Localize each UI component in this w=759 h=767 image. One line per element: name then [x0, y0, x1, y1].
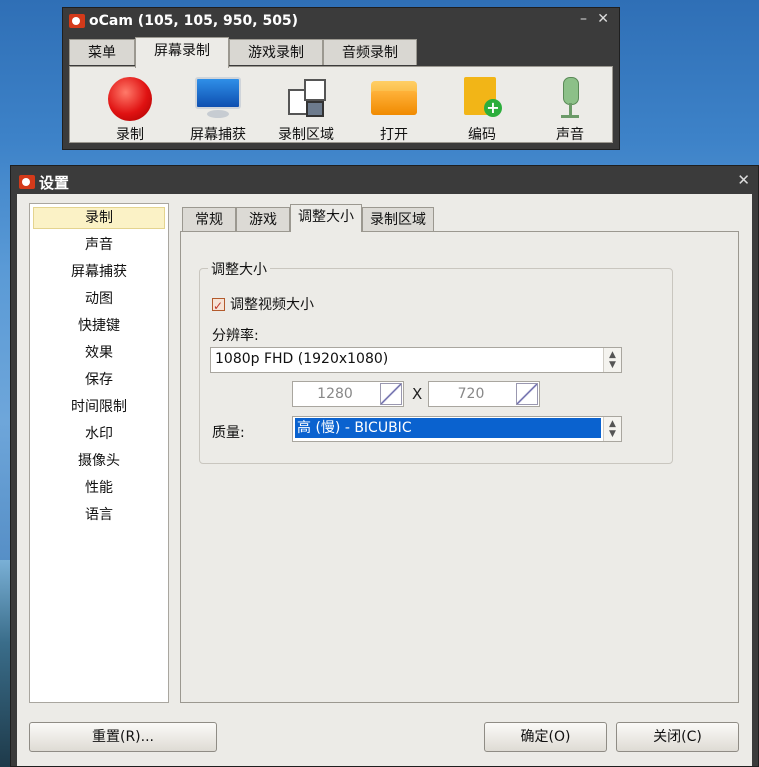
- tab-general[interactable]: 常规: [182, 207, 236, 231]
- height-spin-icon[interactable]: [516, 383, 538, 405]
- tab-audio-record[interactable]: 音频录制: [323, 39, 417, 65]
- resize-tab-panel: 调整大小 调整视频大小 分辨率: 1080p FHD (1920x1080) ▲…: [180, 231, 739, 703]
- encode-label: 编码: [468, 127, 496, 143]
- ocam-logo-icon: [69, 14, 85, 28]
- sound-label: 声音: [556, 127, 584, 143]
- screen-capture-button[interactable]: 屏幕捕获: [178, 73, 258, 145]
- sidebar-item-sound[interactable]: 声音: [33, 234, 165, 256]
- monitor-icon: [195, 77, 241, 119]
- sidebar-item-performance[interactable]: 性能: [33, 477, 165, 499]
- settings-tabs-area: 常规 游戏 调整大小 录制区域 调整大小 调整视频大小 分辨率: 1080p F…: [180, 203, 739, 703]
- ocam-title-text: oCam (105, 105, 950, 505): [89, 13, 299, 29]
- settings-dialog: 设置 ✕ 录制 声音 屏幕捕获 动图 快捷键 效果 保存 时间限制 水印 摄像头…: [10, 165, 759, 767]
- settings-logo-icon: [19, 175, 35, 189]
- tab-menu[interactable]: 菜单: [69, 39, 135, 65]
- close-button[interactable]: 关闭(C): [616, 722, 739, 752]
- updown-arrow-icon: ▲ ▼: [603, 348, 621, 372]
- record-label: 录制: [116, 127, 144, 143]
- ocam-titlebar[interactable]: oCam (105, 105, 950, 505) – ✕: [67, 11, 615, 33]
- resize-video-label: 调整视频大小: [230, 297, 314, 313]
- width-spin-icon[interactable]: [380, 383, 402, 405]
- times-separator: X: [412, 385, 423, 403]
- close-icon[interactable]: ✕: [737, 171, 750, 189]
- height-input[interactable]: 720: [428, 381, 540, 407]
- width-input[interactable]: 1280: [292, 381, 404, 407]
- record-button[interactable]: 录制: [90, 73, 170, 145]
- tab-game[interactable]: 游戏: [236, 207, 290, 231]
- open-label: 打开: [380, 127, 408, 143]
- quality-label: 质量:: [212, 425, 245, 441]
- tab-record-area[interactable]: 录制区域: [362, 207, 434, 231]
- quality-select[interactable]: 高 (慢) - BICUBIC ▲ ▼: [292, 416, 622, 442]
- sidebar-item-hotkeys[interactable]: 快捷键: [33, 315, 165, 337]
- resolution-label: 分辨率:: [212, 328, 259, 344]
- minimize-icon[interactable]: –: [580, 11, 587, 27]
- tab-screen-record[interactable]: 屏幕录制: [135, 37, 229, 68]
- ocam-tabs: 菜单 屏幕录制 游戏录制 音频录制: [69, 37, 613, 68]
- folder-icon: [371, 77, 417, 117]
- settings-body: 录制 声音 屏幕捕获 动图 快捷键 效果 保存 时间限制 水印 摄像头 性能 语…: [17, 194, 752, 766]
- sidebar-item-effects[interactable]: 效果: [33, 342, 165, 364]
- sidebar-item-watermark[interactable]: 水印: [33, 423, 165, 445]
- ocam-toolbar-panel: 录制 屏幕捕获 录制区域 打开 + 编码 声音: [69, 66, 613, 143]
- sidebar-item-gif[interactable]: 动图: [33, 288, 165, 310]
- resolution-select[interactable]: 1080p FHD (1920x1080) ▲ ▼: [210, 347, 622, 373]
- sidebar-item-time-limit[interactable]: 时间限制: [33, 396, 165, 418]
- open-button[interactable]: 打开: [354, 73, 434, 145]
- sidebar-item-webcam[interactable]: 摄像头: [33, 450, 165, 472]
- sidebar-item-record[interactable]: 录制: [33, 207, 165, 229]
- record-area-label: 录制区域: [278, 127, 334, 143]
- resize-group: 调整大小 调整视频大小 分辨率: 1080p FHD (1920x1080) ▲…: [199, 259, 673, 464]
- ocam-window: oCam (105, 105, 950, 505) – ✕ 菜单 屏幕录制 游戏…: [62, 7, 620, 150]
- settings-category-list: 录制 声音 屏幕捕获 动图 快捷键 效果 保存 时间限制 水印 摄像头 性能 语…: [29, 203, 169, 703]
- capture-area-icon: [284, 77, 328, 121]
- sidebar-item-save[interactable]: 保存: [33, 369, 165, 391]
- tab-game-record[interactable]: 游戏录制: [229, 39, 323, 65]
- record-icon: [108, 77, 152, 121]
- tab-resize[interactable]: 调整大小: [290, 204, 362, 232]
- updown-arrow-icon: ▲ ▼: [603, 417, 621, 441]
- ok-button[interactable]: 确定(O): [484, 722, 607, 752]
- resize-video-checkbox[interactable]: [212, 296, 225, 316]
- resize-group-title: 调整大小: [208, 259, 270, 279]
- sidebar-item-language[interactable]: 语言: [33, 504, 165, 526]
- screen-capture-label: 屏幕捕获: [190, 127, 246, 143]
- quality-value: 高 (慢) - BICUBIC: [295, 418, 601, 438]
- settings-title-text: 设置: [39, 174, 70, 192]
- height-value: 720: [457, 386, 485, 402]
- record-area-button[interactable]: 录制区域: [266, 73, 346, 145]
- width-value: 1280: [317, 386, 353, 402]
- reset-button[interactable]: 重置(R)...: [29, 722, 217, 752]
- sound-button[interactable]: 声音: [530, 73, 610, 145]
- settings-titlebar[interactable]: 设置 ✕: [17, 169, 752, 192]
- film-add-icon: +: [462, 77, 502, 119]
- sidebar-item-screen-capture[interactable]: 屏幕捕获: [33, 261, 165, 283]
- encode-button[interactable]: + 编码: [442, 73, 522, 145]
- close-icon[interactable]: ✕: [597, 11, 609, 27]
- microphone-icon: [555, 77, 585, 121]
- resolution-value: 1080p FHD (1920x1080): [215, 351, 389, 367]
